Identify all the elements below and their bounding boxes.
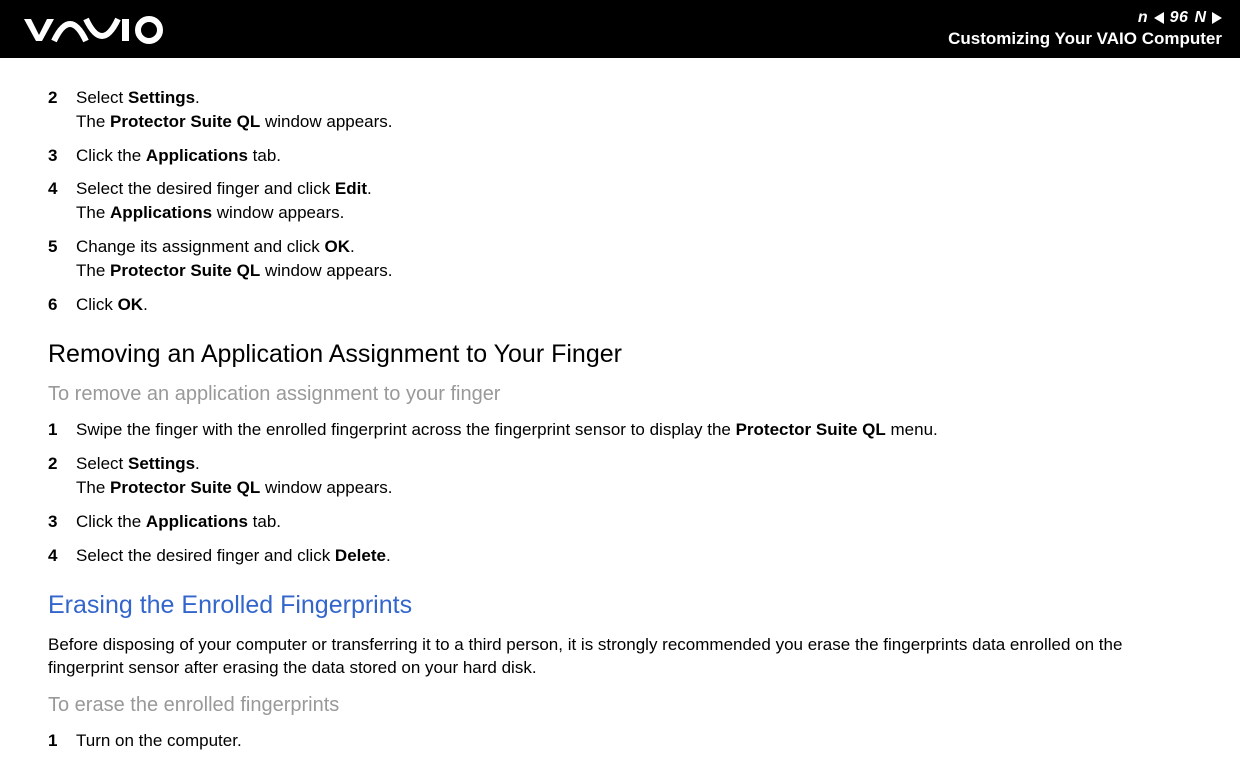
steps-remove-container: 1Swipe the finger with the enrolled fing…: [48, 418, 1192, 567]
erase-body-text: Before disposing of your computer or tra…: [48, 634, 1192, 680]
header-title: Customizing Your VAIO Computer: [948, 29, 1222, 49]
step-item: 1Turn on the computer.: [48, 729, 1192, 753]
step-item: 4Select the desired finger and click Del…: [48, 544, 1192, 568]
step-number: 1: [48, 729, 76, 753]
step-text: Select the desired finger and click Edit…: [76, 177, 1192, 225]
step-text: Select the desired finger and click Dele…: [76, 544, 1192, 568]
step-number: 1: [48, 418, 76, 442]
heading-erasing: Erasing the Enrolled Fingerprints: [48, 591, 1192, 620]
arrow-left-icon[interactable]: [1154, 12, 1164, 24]
step-item: 4Select the desired finger and click Edi…: [48, 177, 1192, 225]
step-text: Swipe the finger with the enrolled finge…: [76, 418, 1192, 442]
step-number: 6: [48, 293, 76, 317]
page-navigation: n 96 N: [1138, 9, 1222, 27]
subheading-removing: To remove an application assignment to y…: [48, 383, 1192, 406]
step-text: Select Settings.The Protector Suite QL w…: [76, 452, 1192, 500]
step-item: 3Click the Applications tab.: [48, 510, 1192, 534]
step-number: 2: [48, 86, 76, 134]
step-number: 2: [48, 452, 76, 500]
step-item: 3Click the Applications tab.: [48, 144, 1192, 168]
step-text: Turn on the computer.: [76, 729, 1192, 753]
step-item: 5Change its assignment and click OK.The …: [48, 235, 1192, 283]
steps-erase-container: 1Turn on the computer.: [48, 729, 1192, 753]
header-bar: n 96 N Customizing Your VAIO Computer: [0, 0, 1240, 58]
step-number: 3: [48, 144, 76, 168]
header-right: n 96 N Customizing Your VAIO Computer: [948, 9, 1224, 49]
content-area: 2Select Settings.The Protector Suite QL …: [0, 58, 1240, 753]
arrow-right-icon[interactable]: [1212, 12, 1222, 24]
step-number: 3: [48, 510, 76, 534]
nav-next-label[interactable]: N: [1194, 9, 1206, 27]
step-item: 2Select Settings.The Protector Suite QL …: [48, 452, 1192, 500]
steps-top-container: 2Select Settings.The Protector Suite QL …: [48, 86, 1192, 316]
heading-removing: Removing an Application Assignment to Yo…: [48, 340, 1192, 369]
step-text: Click the Applications tab.: [76, 144, 1192, 168]
step-number: 5: [48, 235, 76, 283]
step-item: 1Swipe the finger with the enrolled fing…: [48, 418, 1192, 442]
step-text: Select Settings.The Protector Suite QL w…: [76, 86, 1192, 134]
step-number: 4: [48, 177, 76, 225]
step-item: 6Click OK.: [48, 293, 1192, 317]
step-item: 2Select Settings.The Protector Suite QL …: [48, 86, 1192, 134]
step-text: Click the Applications tab.: [76, 510, 1192, 534]
vaio-logo: [22, 15, 167, 45]
step-text: Change its assignment and click OK.The P…: [76, 235, 1192, 283]
step-text: Click OK.: [76, 293, 1192, 317]
page-number: 96: [1170, 9, 1189, 27]
nav-prev-label[interactable]: n: [1138, 9, 1148, 27]
subheading-erasing: To erase the enrolled fingerprints: [48, 694, 1192, 717]
step-number: 4: [48, 544, 76, 568]
